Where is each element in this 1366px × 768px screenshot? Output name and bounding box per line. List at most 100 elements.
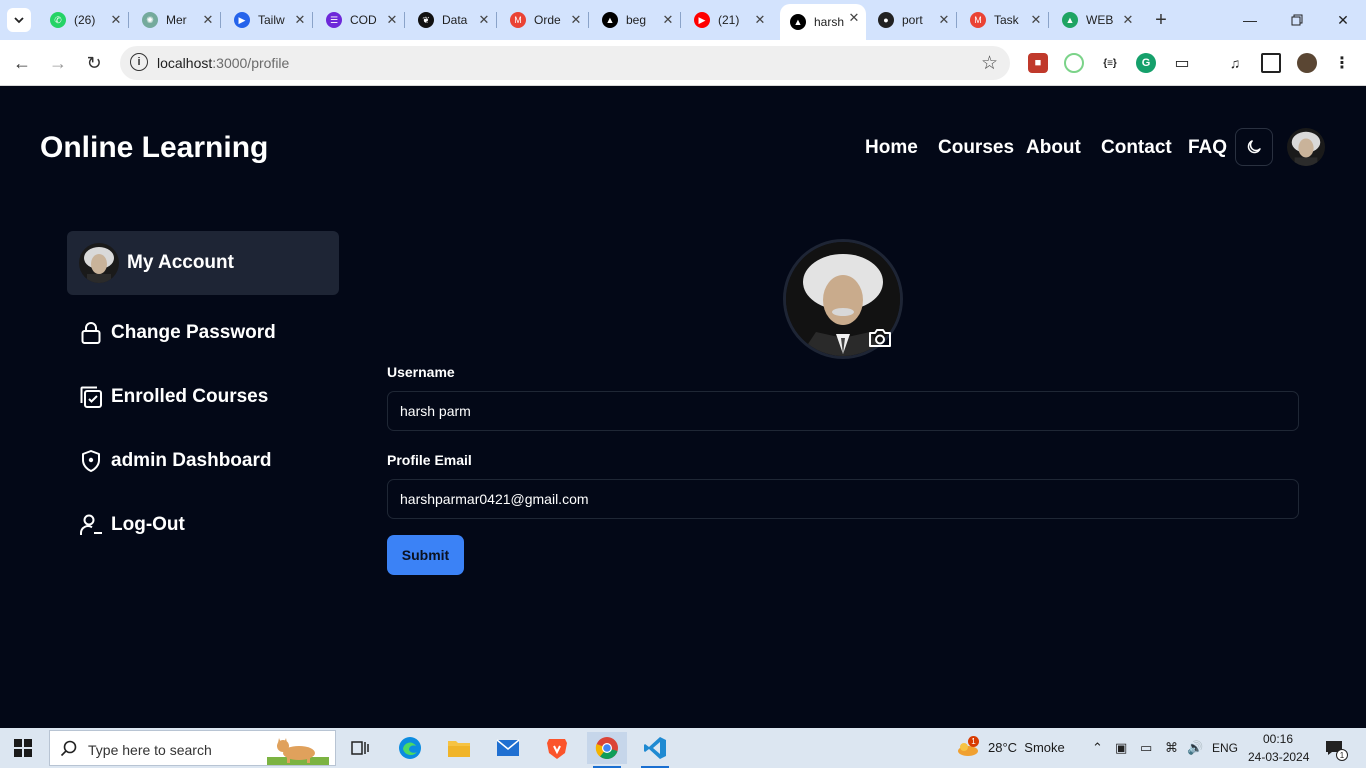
close-tab-icon[interactable]: ✕ [200,12,216,28]
sidebar-item-logout[interactable]: Log-Out [67,493,339,557]
nav-about[interactable]: About [1026,137,1081,159]
meet-now-icon[interactable]: ▣ [1115,740,1127,756]
close-tab-icon[interactable]: ✕ [1120,12,1136,28]
close-tab-icon[interactable]: ✕ [292,12,308,28]
lock-icon [79,321,103,345]
site-info-icon[interactable]: i [130,53,148,71]
restore-button[interactable] [1285,8,1309,32]
sidebar-avatar [79,243,119,283]
volume-icon[interactable]: 🔊 [1187,740,1203,756]
taskbar-mail[interactable] [488,732,528,764]
nav-user-avatar[interactable] [1287,128,1325,166]
submit-button[interactable]: Submit [387,535,464,575]
google-drive-icon: ▲ [1062,12,1078,28]
clock-time[interactable]: 00:16 [1263,732,1293,746]
close-tab-icon[interactable]: ✕ [384,12,400,28]
list-icon: ☰ [326,12,342,28]
tab-title: port [902,13,923,27]
close-tab-icon[interactable]: ✕ [1028,12,1044,28]
browser-tab[interactable]: M Orde ✕ [500,6,589,34]
url-text[interactable]: localhost:3000/profile [157,55,289,71]
close-tab-icon[interactable]: ✕ [752,12,768,28]
nav-faq[interactable]: FAQ [1188,137,1227,159]
close-tab-icon[interactable]: ✕ [568,12,584,28]
bookmark-star-icon[interactable]: ☆ [981,52,998,75]
task-view-button[interactable] [340,732,380,764]
language-indicator[interactable]: ENG [1212,741,1238,755]
browser-tab[interactable]: ✆ (26) ✕ [40,6,129,34]
back-button[interactable]: ← [10,51,34,75]
profile-avatar-icon[interactable] [1297,53,1317,73]
forward-button[interactable]: → [46,51,70,75]
sidebar-item-change-password[interactable]: Change Password [67,301,339,365]
chevron-down-icon [14,17,24,24]
media-control-icon[interactable]: ♫ [1225,53,1245,73]
windows-start-icon[interactable] [14,739,32,757]
reload-button[interactable]: ↻ [82,51,106,75]
theme-toggle-button[interactable] [1235,128,1273,166]
taskbar-chrome[interactable] [587,732,627,768]
close-tab-icon[interactable]: ✕ [936,12,952,28]
shield-icon [79,449,103,473]
more-menu-icon[interactable]: ⋮ [1332,53,1352,73]
chevron-up-icon[interactable]: ⌃ [1092,740,1103,756]
browser-tab[interactable]: ▲ beg ✕ [592,6,681,34]
einstein-avatar-image [79,243,119,283]
clock-date[interactable]: 24-03-2024 [1248,750,1309,764]
extensions-puzzle-icon[interactable]: ▭ [1172,53,1192,73]
wifi-icon[interactable]: ⌘ [1165,740,1178,756]
new-tab-button[interactable]: + [1150,9,1172,31]
sidebar-item-admin-dashboard[interactable]: admin Dashboard [67,429,339,493]
nav-home[interactable]: Home [865,137,918,159]
sidebar-item-enrolled-courses[interactable]: Enrolled Courses [67,365,339,429]
address-bar[interactable]: i localhost:3000/profile ☆ [120,46,1010,80]
grammarly-icon[interactable]: G [1136,53,1156,73]
browser-tab[interactable]: ✺ Mer ✕ [132,6,221,34]
taskbar-edge[interactable] [390,732,430,764]
nav-courses[interactable]: Courses [938,137,1014,159]
extension-json-icon[interactable]: {≡} [1100,53,1120,73]
taskbar-brave[interactable] [537,732,577,764]
battery-icon[interactable]: ▭ [1140,740,1152,756]
extension-green-circle-icon[interactable] [1064,53,1084,73]
browser-tab[interactable]: ▶ (21) ✕ [684,6,772,34]
sidebar-item-label: Log-Out [111,514,185,535]
close-tab-icon[interactable]: ✕ [476,12,492,28]
taskbar-vscode[interactable] [635,732,675,768]
taskbar-file-explorer[interactable] [439,732,479,764]
username-input[interactable] [387,391,1299,431]
page-content: Online Learning Home Courses About Conta… [0,87,1366,728]
browser-toolbar: ← → ↻ i localhost:3000/profile ☆ ■ {≡} G… [0,40,1366,86]
url-host: localhost [157,55,213,71]
site-brand[interactable]: Online Learning [40,131,268,165]
browser-tab[interactable]: ▲ WEB ✕ [1052,6,1140,34]
browser-tab[interactable]: ● port ✕ [868,6,957,34]
sidebar-item-label: Enrolled Courses [111,386,269,407]
camera-icon[interactable] [867,327,893,349]
browser-tab[interactable]: ▶ Tailw ✕ [224,6,313,34]
brave-lion-icon [547,739,567,759]
whatsapp-icon: ✆ [50,12,66,28]
nav-contact[interactable]: Contact [1101,137,1172,159]
sidebar-item-my-account[interactable]: My Account [67,231,339,295]
close-tab-icon[interactable]: ✕ [108,12,124,28]
browser-tab[interactable]: ❦ Data ✕ [408,6,497,34]
taskbar-search-box[interactable]: Type here to search [49,730,336,766]
close-tab-icon[interactable]: ✕ [660,12,676,28]
weather-text[interactable]: 28°C Smoke [988,740,1065,755]
tab-title: beg [626,13,647,27]
profile-email-input[interactable] [387,479,1299,519]
browser-tab[interactable]: ▲ harsh ✕ [780,4,866,40]
tab-search-button[interactable] [7,8,31,32]
extension-red-icon[interactable]: ■ [1028,53,1048,73]
close-tab-icon[interactable]: ✕ [846,10,862,26]
minimize-button[interactable]: — [1238,8,1262,32]
close-window-button[interactable]: ✕ [1331,8,1355,32]
side-panel-icon[interactable] [1261,53,1281,73]
tab-title: Data [442,13,468,27]
browser-tab-strip: ✆ (26) ✕ ✺ Mer ✕ ▶ Tailw ✕ ☰ COD ✕ ❦ Data ✕ M Orde ✕ ▲ beg ✕… [0,0,1366,40]
tailwind-play-icon: ▶ [234,12,250,28]
browser-tab[interactable]: M Task ✕ [960,6,1049,34]
vscode-icon [644,737,666,759]
browser-tab[interactable]: ☰ COD ✕ [316,6,405,34]
